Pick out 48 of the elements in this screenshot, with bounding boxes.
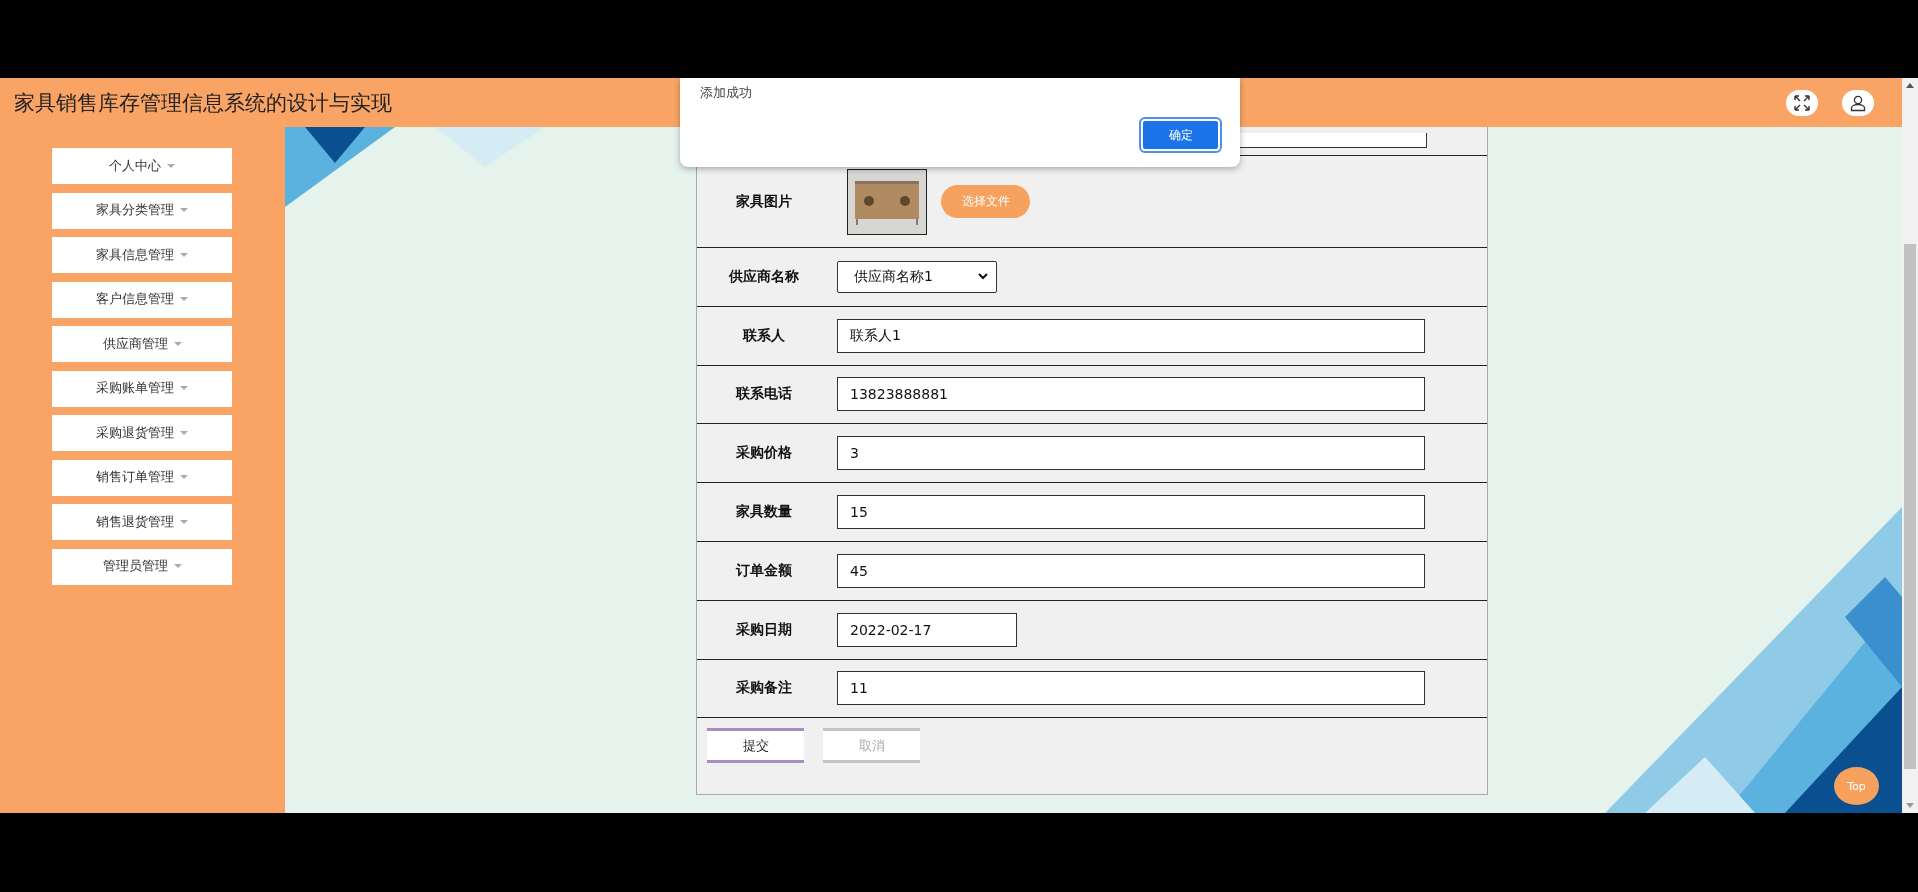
caret-icon [173,341,182,347]
field-label: 采购日期 [736,620,792,639]
chevron-down-icon [978,273,988,281]
caret-icon [180,297,188,302]
sidebar-item[interactable]: 销售退货管理 [52,504,232,540]
sidebar-item[interactable]: 个人中心 [52,148,232,184]
field-label: 采购价格 [736,444,792,463]
input-field[interactable]: 13823888881 [837,377,1425,412]
field-label: 供应商名称 [729,267,799,286]
sidebar-item[interactable]: 供应商管理 [52,326,232,362]
submit-button[interactable]: 提交 [707,728,804,764]
supplier-dropdown[interactable]: 供应商名称1 [837,260,997,293]
fullscreen-button[interactable] [1786,89,1818,116]
sidebar-item[interactable]: 销售订单管理 [52,459,232,496]
input-field[interactable]: 45 [837,553,1425,588]
user-icon [1849,93,1867,112]
sidebar-item[interactable]: 家具分类管理 [52,192,232,229]
sidebar-item[interactable]: 家具信息管理 [52,237,232,273]
app-title: 家具销售库存管理信息系统的设计与实现 [14,89,392,117]
field-label: 联系电话 [736,385,792,404]
field-label: 采购备注 [736,679,792,698]
date-field[interactable]: 2022-02-17 [837,612,1017,647]
caret-icon [180,430,188,436]
caret-icon [180,475,188,480]
input-field[interactable]: 15 [837,495,1425,530]
field-label: 联系人 [743,326,785,345]
sidebar-item[interactable]: 采购退货管理 [52,415,232,451]
sidebar-item[interactable]: 客户信息管理 [52,281,232,318]
field-label: 家具图片 [736,192,792,211]
sidebar-item[interactable]: 采购账单管理 [52,370,232,407]
input-field[interactable]: 11 [837,671,1425,706]
scroll-up-icon[interactable] [1906,83,1914,88]
expand-icon [1793,93,1811,112]
scrollbar-thumb[interactable] [1904,244,1916,769]
input-field[interactable]: 3 [837,436,1425,471]
caret-icon [180,208,188,213]
caret-icon [173,564,182,569]
caret-icon [167,163,175,169]
confirm-button[interactable]: 确定 [1141,119,1220,151]
caret-icon [180,519,188,525]
caret-icon [180,386,188,391]
user-button[interactable] [1842,89,1874,116]
caret-icon [180,252,188,258]
field-label: 家具数量 [736,503,792,522]
field-label: 订单金额 [736,561,792,580]
input-field[interactable]: 联系人1 [837,318,1425,353]
dialog-message: 添加成功 [700,84,752,102]
sidebar-item[interactable]: 管理员管理 [52,548,232,585]
